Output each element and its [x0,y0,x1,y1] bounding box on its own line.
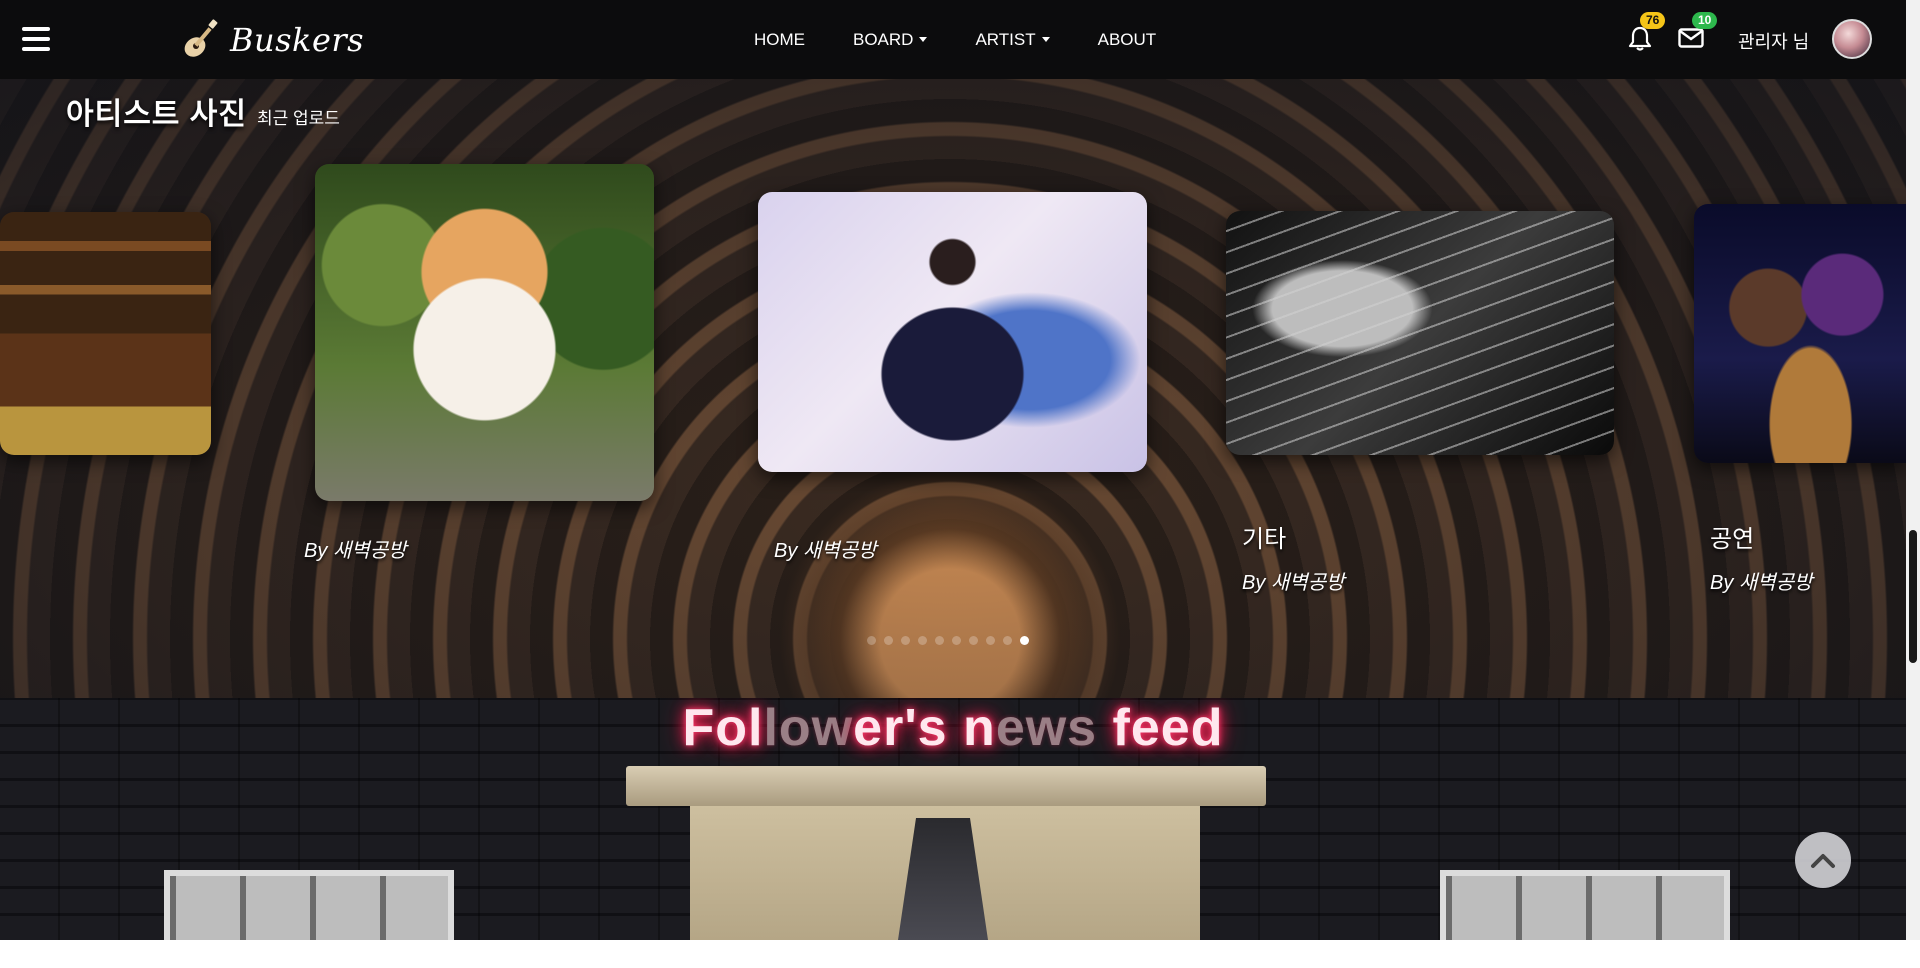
messages-count-badge: 10 [1692,12,1718,29]
caret-down-icon [1041,37,1050,42]
carousel-dot[interactable] [918,636,927,645]
slide-3-author: By 새벽공방 [774,540,877,562]
guitar-icon [184,19,218,57]
gallery-slide-singer[interactable] [758,192,1147,472]
nav-artist-dropdown[interactable]: ARTIST [975,29,1050,50]
news-feed-section: Follower's news feed [0,698,1906,940]
user-label[interactable]: 관리자 님 [1738,28,1809,54]
slide-2-author: By 새벽공방 [304,540,407,562]
building-window-right [1440,870,1730,940]
gallery-title: 아티스트 사진 [66,98,247,131]
carousel-dot[interactable] [1003,636,1012,645]
title-part: ews [995,699,1098,757]
top-navbar: Buskers HOME BOARD ARTIST ABOUT 76 10 관리… [0,0,1906,79]
page-scrollbar[interactable] [1906,0,1920,940]
envelope-icon [1678,28,1704,48]
title-part: low [763,699,854,757]
carousel-dot[interactable] [935,636,944,645]
nav-home[interactable]: HOME [754,30,805,50]
slide-4-author: By 새벽공방 [1242,572,1345,594]
nav-about-label: ABOUT [1097,29,1157,49]
slide-5-author: By 새벽공방 [1710,572,1813,594]
slide-4-title: 기타 [1242,526,1287,553]
brand-logo[interactable]: Buskers [180,18,364,62]
title-part: n [963,699,996,757]
slide-5-title: 공연 [1710,526,1755,553]
bell-icon [1628,26,1652,51]
notifications-button[interactable]: 76 [1628,12,1666,57]
artist-photo-gallery: 아티스트 사진 최근 업로드 By 새벽공방 By 새벽공방 기타 By 새벽공… [0,79,1906,698]
scrollbar-thumb[interactable] [1909,530,1917,663]
hamburger-menu-icon[interactable] [22,27,50,51]
gallery-slide-library[interactable] [0,212,211,455]
title-part: er's [853,699,964,757]
title-part: Fol [682,699,764,757]
title-part: feed [1097,699,1224,757]
carousel-dot[interactable] [952,636,961,645]
messages-button[interactable]: 10 [1678,12,1718,53]
main-menu: HOME BOARD ARTIST ABOUT [730,0,1180,79]
scroll-to-top-button[interactable] [1795,832,1851,888]
carousel-dot[interactable] [986,636,995,645]
gallery-heading: 아티스트 사진 최근 업로드 [66,89,340,133]
nav-artist-label: ARTIST [975,29,1036,49]
nav-board-label: BOARD [853,29,914,49]
caret-down-icon [919,37,928,42]
nav-board-dropdown[interactable]: BOARD [853,29,928,50]
building-cornice [626,766,1266,806]
notifications-count-badge: 76 [1640,12,1666,29]
brand-name: Buskers [230,21,365,59]
carousel-dot-active[interactable] [1020,636,1029,645]
carousel-dot[interactable] [969,636,978,645]
page-bottom-area [0,940,1920,968]
nav-home-label: HOME [754,29,805,49]
gallery-slide-concert[interactable] [1694,204,1906,463]
gallery-slide-guitar[interactable] [1226,211,1614,455]
carousel-dot[interactable] [901,636,910,645]
carousel-dot[interactable] [867,636,876,645]
nav-about[interactable]: ABOUT [1098,30,1157,50]
chevron-up-icon [1811,854,1835,868]
carousel-pagination [867,636,1029,645]
gallery-slide-dog[interactable] [315,164,654,501]
carousel-dot[interactable] [884,636,893,645]
gallery-subtitle: 최근 업로드 [256,109,340,128]
user-avatar[interactable] [1832,19,1872,59]
news-feed-title: Follower's news feed [0,698,1906,758]
building-window-left [164,870,454,940]
